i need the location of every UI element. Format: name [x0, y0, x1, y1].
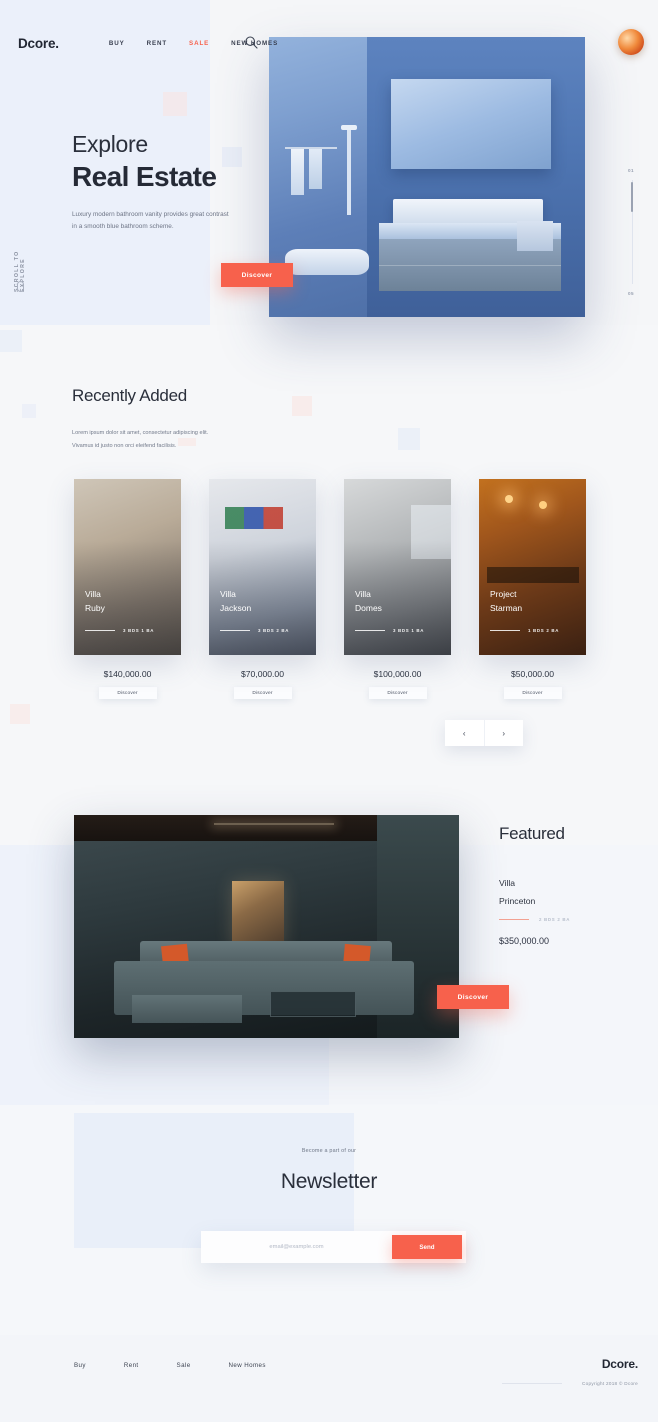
featured-name-line1: Villa	[499, 878, 516, 888]
property-meta: 3 BDS 2 BA	[220, 628, 289, 633]
slide-current: 01	[628, 168, 634, 173]
property-discover-button[interactable]: Discover	[368, 687, 427, 699]
scroll-to-explore: SCROLL TO EXPLORE	[14, 222, 32, 292]
slide-thumb[interactable]	[631, 182, 633, 212]
hero-subtitle: Luxury modern bathroom vanity provides g…	[72, 209, 247, 234]
nav-link-rent[interactable]: RENT	[147, 40, 167, 47]
hero-subtitle-line2: in a smooth blue bathroom scheme.	[72, 223, 174, 231]
featured-meta: 2 BDS 2 BA	[499, 917, 570, 922]
hero-subtitle-line1: Luxury modern bathroom vanity provides g…	[72, 211, 229, 218]
property-card[interactable]: Villa Ruby 3 BDS 1 BA $140,000.00 Discov…	[74, 479, 181, 703]
nav-link-buy[interactable]: BUY	[109, 40, 125, 47]
featured-name-line2: Princeton	[499, 895, 536, 906]
property-name: Villa Ruby	[85, 587, 105, 615]
hero-title-line2: Real Estate	[72, 161, 217, 192]
recently-added-sub-line1: Lorem ipsum dolor sit amet, consectetur …	[72, 430, 209, 436]
footer-link-buy[interactable]: Buy	[74, 1362, 86, 1369]
property-discover-button[interactable]: Discover	[233, 687, 292, 699]
property-card[interactable]: Villa Jackson 3 BDS 2 BA $70,000.00 Disc…	[209, 479, 316, 703]
top-navigation: Dcore. BUY RENT SALE NEW HOMES	[0, 26, 658, 60]
property-price: $50,000.00	[510, 669, 554, 679]
footer	[0, 1335, 658, 1422]
property-card-list: Villa Ruby 3 BDS 1 BA $140,000.00 Discov…	[74, 479, 586, 703]
meta-divider	[220, 630, 250, 631]
hero-title-line1: Explore	[72, 131, 148, 157]
meta-divider	[499, 919, 529, 920]
property-name: Villa Jackson	[220, 587, 251, 615]
newsletter-eyebrow: Become a part of our	[301, 1148, 357, 1154]
property-name-line1: Villa	[85, 588, 101, 599]
meta-divider	[85, 630, 115, 631]
property-name-line1: Villa	[220, 588, 236, 599]
footer-link-new-homes[interactable]: New Homes	[229, 1362, 266, 1369]
property-discover-button[interactable]: Discover	[503, 687, 562, 699]
featured-image-living-room	[74, 815, 459, 1038]
property-card[interactable]: Villa Domes 3 BDS 1 BA $100,000.00 Disco…	[344, 479, 451, 703]
property-meta: 1 BDS 2 BA	[490, 628, 559, 633]
landing-page: Dcore. BUY RENT SALE NEW HOMES SCROLL TO…	[0, 0, 658, 1422]
carousel-next-icon[interactable]: ›	[483, 720, 524, 746]
property-meta: 3 BDS 1 BA	[85, 628, 154, 633]
recently-added-subtitle: Lorem ipsum dolor sit amet, consectetur …	[72, 427, 262, 452]
property-meta: 3 BDS 1 BA	[355, 628, 424, 633]
featured-discover-button[interactable]: Discover	[437, 985, 509, 1009]
footer-links: Buy Rent Sale New Homes	[74, 1362, 266, 1369]
hero-slide-indicator[interactable]: 01 05	[627, 168, 639, 296]
meta-text: 3 BDS 2 BA	[258, 628, 290, 633]
property-name-line2: Domes	[355, 602, 382, 613]
property-price: $140,000.00	[103, 669, 152, 679]
footer-link-sale[interactable]: Sale	[177, 1362, 191, 1369]
featured-property-name: Villa Princeton	[499, 875, 535, 910]
property-price: $100,000.00	[373, 669, 422, 679]
newsletter-title: Newsletter	[280, 1170, 378, 1193]
featured-price: $350,000.00	[499, 936, 550, 946]
search-icon[interactable]	[244, 35, 259, 50]
newsletter-form: Send	[201, 1231, 466, 1263]
email-input[interactable]	[201, 1231, 392, 1263]
meta-text: 2 BDS 2 BA	[539, 917, 571, 922]
footer-divider	[502, 1383, 562, 1384]
meta-divider	[355, 630, 385, 631]
recently-added-sub-line2: Vivamus id justo non orci eleifend facil…	[72, 442, 177, 449]
property-name-line2: Ruby	[85, 602, 105, 613]
footer-copyright: Copyright 2018 © Dcore	[582, 1381, 638, 1386]
mouse-icon	[17, 281, 24, 292]
property-image: Villa Jackson 3 BDS 2 BA	[209, 479, 316, 655]
footer-brand[interactable]: Dcore.	[602, 1357, 638, 1371]
meta-text: 1 BDS 2 BA	[528, 628, 560, 633]
property-discover-button[interactable]: Discover	[98, 687, 157, 699]
avatar[interactable]	[618, 29, 644, 55]
carousel-prev-icon[interactable]: ‹	[445, 720, 484, 746]
hero-image-bathroom	[269, 37, 585, 317]
slide-total: 05	[628, 291, 634, 296]
property-image: Villa Ruby 3 BDS 1 BA	[74, 479, 181, 655]
brand-logo[interactable]: Dcore.	[18, 36, 59, 51]
property-image: Project Starman 1 BDS 2 BA	[479, 479, 586, 655]
meta-text: 3 BDS 1 BA	[393, 628, 425, 633]
send-button[interactable]: Send	[392, 1235, 462, 1259]
property-price: $70,000.00	[240, 669, 284, 679]
property-name-line1: Project	[490, 588, 517, 599]
meta-text: 3 BDS 1 BA	[123, 628, 155, 633]
featured-title: Featured	[499, 824, 565, 843]
footer-link-rent[interactable]: Rent	[124, 1362, 139, 1369]
property-name-line2: Starman	[490, 602, 523, 613]
meta-divider	[490, 630, 520, 631]
carousel-controls: ‹ ›	[445, 720, 523, 746]
property-name-line2: Jackson	[220, 602, 252, 613]
property-name-line1: Villa	[355, 588, 371, 599]
property-name: Project Starman	[490, 587, 522, 615]
property-name: Villa Domes	[355, 587, 382, 615]
recently-added-title: Recently Added	[72, 386, 187, 405]
hero-discover-button[interactable]: Discover	[221, 263, 293, 287]
nav-link-sale[interactable]: SALE	[189, 40, 209, 47]
property-card[interactable]: Project Starman 1 BDS 2 BA $50,000.00 Di…	[479, 479, 586, 703]
property-image: Villa Domes 3 BDS 1 BA	[344, 479, 451, 655]
